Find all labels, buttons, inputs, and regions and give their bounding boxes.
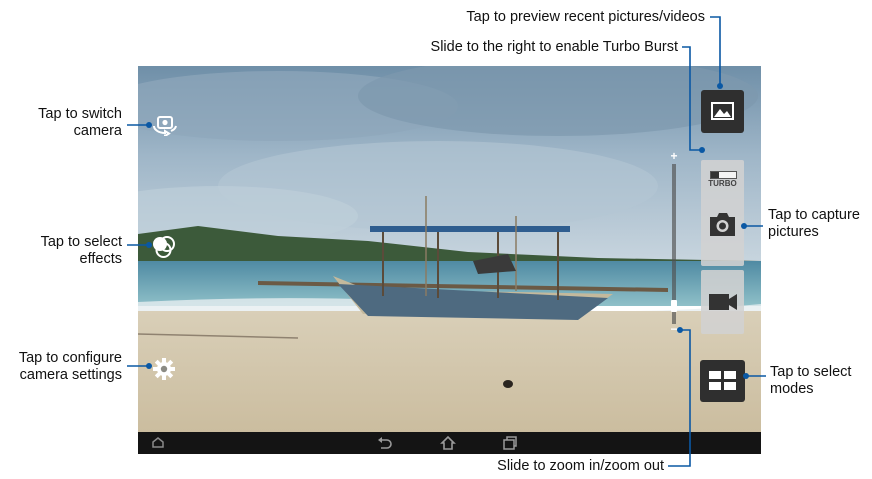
callout-dot-modes bbox=[743, 373, 749, 379]
callout-dot-zoom bbox=[677, 327, 683, 333]
callout-dot-settings bbox=[146, 363, 152, 369]
callout-dot-turbo bbox=[699, 147, 705, 153]
callout-dot-capture bbox=[741, 223, 747, 229]
callout-dot-switch bbox=[146, 122, 152, 128]
callout-dot-effects bbox=[146, 242, 152, 248]
callout-dot-preview bbox=[717, 83, 723, 89]
callout-lines bbox=[127, 16, 766, 467]
